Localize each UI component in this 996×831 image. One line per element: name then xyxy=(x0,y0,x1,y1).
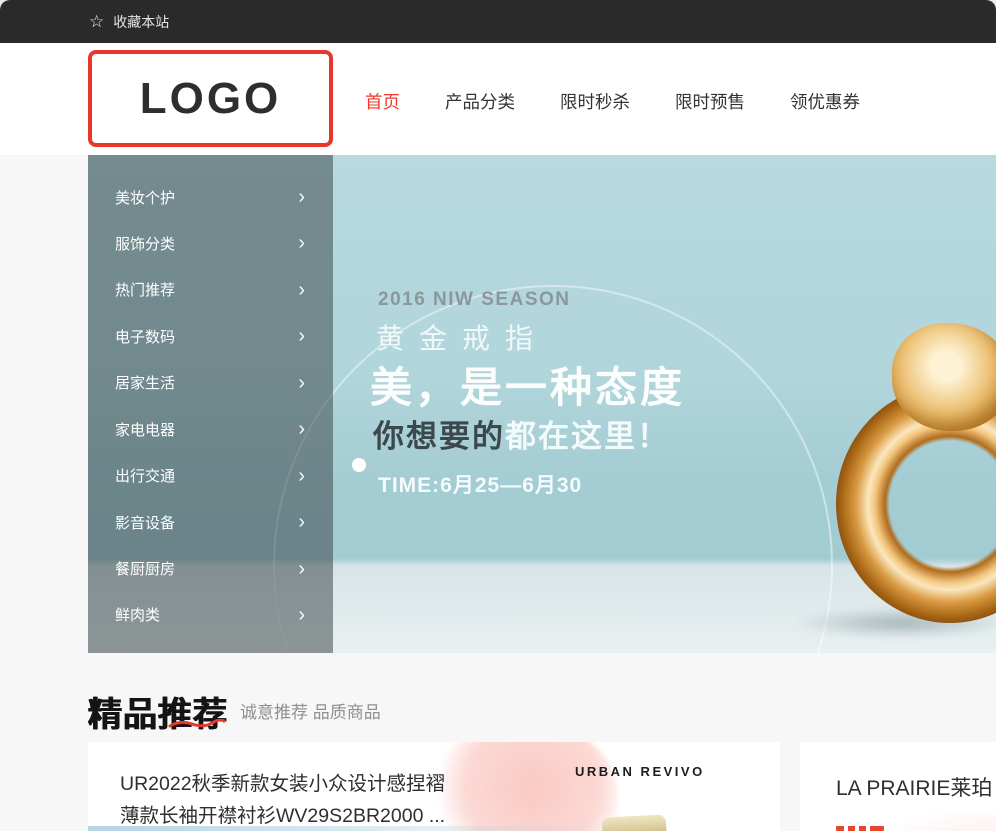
sidebar-item-apparel[interactable]: 服饰分类 › xyxy=(88,221,333,265)
product-title: LA PRAIRIE莱珀 xyxy=(836,772,992,802)
section-subtitle: 诚意推荐 品质商品 xyxy=(240,698,381,723)
red-swoosh-underline xyxy=(168,719,226,729)
ring-crown xyxy=(892,323,996,431)
sidebar-item-home-life[interactable]: 居家生活 › xyxy=(88,361,333,405)
chevron-right-icon: › xyxy=(298,419,305,439)
sidebar-item-beauty[interactable]: 美妆个护 › xyxy=(88,175,333,219)
star-icon: ☆ xyxy=(89,13,104,30)
page: ☆ 收藏本站 LOGO 首页 产品分类 限时秒杀 限时预售 领优惠券 2016 … xyxy=(0,0,996,831)
bottom-edge-glow xyxy=(88,826,628,831)
banner-subline-bold: 你想要的 xyxy=(373,419,505,454)
sidebar-item-label: 出行交通 xyxy=(115,465,175,486)
price-text-clipped xyxy=(836,826,884,831)
sidebar-item-label: 餐厨厨房 xyxy=(115,558,175,579)
banner-product-name: 黄金戒指 xyxy=(376,317,548,357)
banner-season-text: 2016 NIW SEASON xyxy=(378,289,571,311)
sidebar-item-label: 电子数码 xyxy=(115,326,175,347)
banner-subline-light: 都在这里！ xyxy=(505,419,670,454)
product-card[interactable]: LA PRAIRIE莱珀 xyxy=(800,742,996,831)
nav-item-categories[interactable]: 产品分类 xyxy=(445,89,515,114)
logo[interactable]: LOGO xyxy=(88,50,333,147)
hero-banner[interactable]: 2016 NIW SEASON 黄金戒指 美，是一种态度 你想要的都在这里！ T… xyxy=(88,155,996,653)
banner-time-text: TIME:6月25—6月30 xyxy=(378,469,582,499)
gold-ring-image xyxy=(836,323,996,623)
sidebar-item-label: 居家生活 xyxy=(115,372,175,393)
sidebar-item-label: 服饰分类 xyxy=(115,233,175,254)
chevron-right-icon: › xyxy=(298,326,305,346)
sidebar-item-kitchen[interactable]: 餐厨厨房 › xyxy=(88,547,333,591)
chevron-right-icon: › xyxy=(298,559,305,579)
decorative-dot xyxy=(352,458,366,472)
banner-subline: 你想要的都在这里！ xyxy=(373,411,670,456)
nav-item-coupons[interactable]: 领优惠券 xyxy=(790,89,860,114)
banner-headline: 美，是一种态度 xyxy=(370,354,685,415)
topbar: ☆ 收藏本站 xyxy=(0,0,996,43)
sidebar-item-hot[interactable]: 热门推荐 › xyxy=(88,268,333,312)
sidebar-item-transport[interactable]: 出行交通 › xyxy=(88,454,333,498)
sidebar-item-fresh-meat[interactable]: 鲜肉类 › xyxy=(88,593,333,637)
nav-item-flash-sale[interactable]: 限时秒杀 xyxy=(560,89,630,114)
chevron-right-icon: › xyxy=(298,512,305,532)
nav-item-home[interactable]: 首页 xyxy=(365,89,400,114)
chevron-right-icon: › xyxy=(298,233,305,253)
product-card[interactable]: UR2022秋季新款女装小众设计感捏褶薄款长袖开襟衬衫WV29S2BR2000 … xyxy=(88,742,780,831)
sidebar-item-audio-video[interactable]: 影音设备 › xyxy=(88,500,333,544)
brand-logo-text: URBAN REVIVO xyxy=(575,764,699,779)
header: LOGO 首页 产品分类 限时秒杀 限时预售 领优惠券 xyxy=(0,43,996,155)
sidebar-item-electronics[interactable]: 电子数码 › xyxy=(88,314,333,358)
chevron-right-icon: › xyxy=(298,187,305,207)
product-title: UR2022秋季新款女装小众设计感捏褶薄款长袖开襟衬衫WV29S2BR2000 … xyxy=(120,769,460,831)
chevron-right-icon: › xyxy=(298,280,305,300)
chevron-right-icon: › xyxy=(298,466,305,486)
chevron-right-icon: › xyxy=(298,373,305,393)
logo-text: LOGO xyxy=(140,74,282,124)
favorite-site-button[interactable]: ☆ 收藏本站 xyxy=(89,12,169,32)
category-sidebar: 美妆个护 › 服饰分类 › 热门推荐 › 电子数码 › 居家生活 › 家电电器 … xyxy=(88,155,333,653)
nav-item-presale[interactable]: 限时预售 xyxy=(675,89,745,114)
sidebar-item-appliances[interactable]: 家电电器 › xyxy=(88,407,333,451)
sidebar-item-label: 影音设备 xyxy=(115,512,175,533)
favorite-site-label: 收藏本站 xyxy=(113,12,169,32)
sidebar-item-label: 美妆个护 xyxy=(115,187,175,208)
main-nav: 首页 产品分类 限时秒杀 限时预售 领优惠券 xyxy=(365,89,860,114)
sidebar-item-label: 热门推荐 xyxy=(115,279,175,300)
chevron-right-icon: › xyxy=(298,605,305,625)
sidebar-item-label: 家电电器 xyxy=(115,419,175,440)
sidebar-item-label: 鲜肉类 xyxy=(115,604,160,625)
